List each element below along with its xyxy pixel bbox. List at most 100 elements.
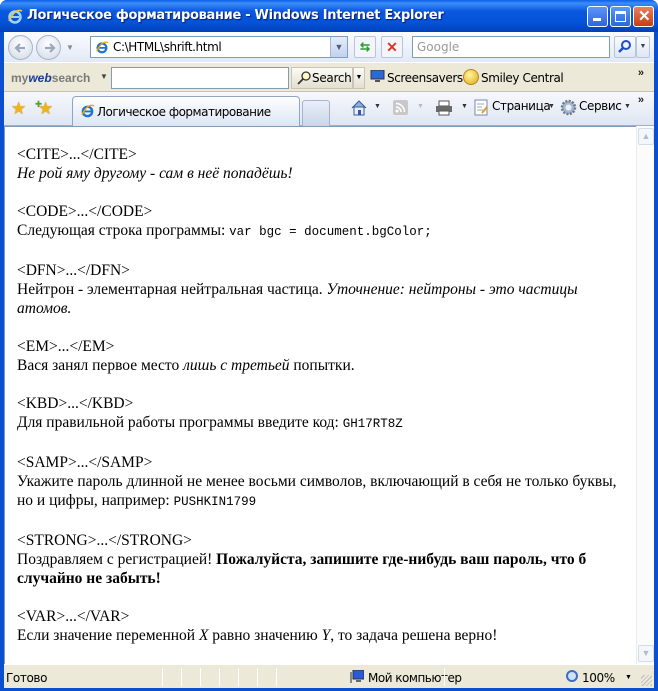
title-bar[interactable]: Логическое форматирование - Windows Inte… [0, 0, 658, 32]
text-run-normal: Для правильной работы программы введите … [17, 414, 343, 431]
refresh-button[interactable]: ⇆ [354, 36, 376, 58]
address-bar[interactable]: C:\HTML\shrift.html ▼ [90, 36, 348, 58]
status-separator [444, 668, 445, 686]
search-options-dropdown[interactable]: ▼ [636, 36, 650, 58]
close-icon: ✕ [638, 8, 651, 25]
tab-label: Логическое форматирование [97, 105, 271, 119]
toolbar-search-input[interactable] [112, 68, 282, 88]
section-example-text: Если значение переменной X равно значени… [17, 626, 617, 645]
commandbar-overflow-chevron[interactable]: » [638, 94, 644, 106]
text-run-normal: Если значение переменной [17, 627, 199, 644]
print-dropdown-icon[interactable]: ▼ [461, 103, 468, 110]
new-tab-button[interactable] [302, 100, 330, 126]
feeds-icon[interactable] [393, 100, 408, 115]
tab-bar: ★ ★ + Логическое форматирование ▼ ▼ ▼ Стр… [4, 92, 654, 126]
security-zone[interactable]: Мой компьютер [368, 671, 462, 685]
zoom-level[interactable]: 100% [582, 671, 615, 685]
section-example-text: Не рой яму другому - сам в неё попадёшь! [17, 164, 617, 183]
status-separator [181, 668, 182, 686]
zoom-dropdown-icon[interactable]: ▼ [625, 674, 632, 681]
section-tag-heading: <STRONG>...</STRONG> [17, 532, 192, 549]
section-example-text: Следующая строка программы: var bgc = do… [17, 221, 617, 242]
address-dropdown-icon[interactable]: ▼ [330, 37, 347, 57]
tab-active[interactable]: Логическое форматирование [72, 96, 300, 126]
text-run-normal: Поздравляем с регистрацией! [17, 551, 217, 568]
text-run-normal: попытки. [289, 357, 355, 374]
vertical-scrollbar[interactable]: ▲ ▼ [636, 126, 654, 664]
section: <VAR>...</VAR> Если значение переменной X… [17, 607, 617, 645]
tools-menu[interactable]: Сервис [579, 99, 622, 113]
add-favorites-icon[interactable]: ★ + [35, 97, 53, 119]
search-box[interactable] [412, 36, 610, 58]
status-separator [238, 668, 239, 686]
scroll-up-button[interactable]: ▲ [638, 128, 654, 145]
text-run-italic: лишь с третьей [183, 357, 290, 374]
toolbar-overflow-chevron[interactable]: » [638, 67, 644, 79]
search-button[interactable] [614, 36, 636, 58]
scroll-down-button[interactable]: ▼ [638, 645, 654, 662]
zoom-icon [566, 670, 578, 682]
section-tag-heading: <SAMP>...</SAMP> [17, 454, 153, 471]
section-example-text: Поздравляем с регистрацией! Пожалуйста, … [17, 550, 617, 588]
refresh-icon: ⇆ [359, 40, 371, 54]
page-dropdown-icon[interactable]: ▼ [548, 103, 555, 110]
smiley-icon [463, 69, 479, 85]
home-icon[interactable] [350, 99, 368, 117]
section: <SAMP>...</SAMP> Укажите пароль длинной н… [17, 453, 617, 512]
text-run-italic: Не рой яму другому - сам в неё попадёшь! [17, 165, 293, 182]
text-run-normal: Нейтрон - элементарная нейтральная части… [17, 281, 327, 298]
mywebsearch-logo[interactable]: mywebsearch [11, 71, 90, 85]
monitor-icon [370, 70, 385, 82]
brand-dropdown-icon[interactable]: ▼ [100, 72, 108, 81]
gear-icon [560, 99, 577, 116]
toolbar-search-button[interactable]: Search [291, 67, 353, 89]
feeds-dropdown-icon[interactable]: ▼ [417, 103, 424, 110]
minimize-icon [593, 18, 601, 21]
toolbar-search-field[interactable] [111, 67, 289, 89]
close-button[interactable]: ✕ [633, 6, 654, 27]
brand-suffix: search [51, 71, 91, 85]
mywebsearch-toolbar: mywebsearch ▼ Search ▼ Screensavers Smil… [4, 62, 654, 92]
address-url[interactable]: C:\HTML\shrift.html [113, 40, 222, 54]
tools-dropdown-icon[interactable]: ▼ [624, 103, 631, 110]
maximize-button[interactable] [610, 6, 631, 27]
text-run-normal: Укажите пароль длинной не менее восьми с… [17, 473, 617, 509]
resize-grip[interactable] [641, 675, 652, 686]
maximize-icon [615, 11, 626, 22]
minimize-button[interactable] [587, 6, 608, 27]
section: <STRONG>...</STRONG> Поздравляем с регист… [17, 531, 617, 588]
section: <KBD>...</KBD> Для правильной работы прог… [17, 394, 617, 434]
favorites-star-icon[interactable]: ★ [11, 99, 26, 119]
section-example-text: Для правильной работы программы введите … [17, 413, 617, 434]
ie-page-icon [96, 41, 109, 54]
section: <DFN>...</DFN> Нейтрон - элементарная ней… [17, 261, 617, 318]
back-button[interactable] [8, 35, 33, 60]
search-input[interactable] [413, 37, 603, 57]
section: <CITE>...</CITE> Не рой яму другому - сам… [17, 145, 617, 183]
toolbar-search-dropdown[interactable]: ▼ [353, 67, 365, 89]
text-run-mono: GH17RT8Z [342, 417, 403, 431]
section-tag-heading: <CITE>...</CITE> [17, 146, 137, 163]
status-separator [162, 668, 163, 686]
smiley-central-link[interactable]: Smiley Central [481, 71, 564, 85]
window-title: Логическое форматирование - Windows Inte… [27, 8, 444, 23]
page-content: <CITE>...</CITE> Не рой яму другому - сам… [4, 126, 636, 664]
stop-button[interactable]: ✕ [381, 36, 403, 58]
search-icon [618, 40, 631, 53]
brand-prefix: my [11, 71, 29, 85]
print-icon[interactable] [435, 100, 453, 116]
status-separator [200, 668, 201, 686]
home-dropdown-icon[interactable]: ▼ [374, 103, 381, 110]
status-separator [276, 668, 277, 686]
screensavers-link[interactable]: Screensavers [387, 71, 463, 85]
section-tag-heading: <VAR>...</VAR> [17, 608, 130, 625]
history-dropdown-icon[interactable]: ▼ [66, 43, 74, 52]
text-run-normal: Вася занял первое место [17, 357, 184, 374]
browser-window: Логическое форматирование - Windows Inte… [0, 0, 658, 691]
page-menu[interactable]: Страница [492, 99, 551, 113]
text-run-mono: var bgc = document.bgColor; [229, 225, 432, 239]
forward-button[interactable] [36, 35, 61, 60]
toolbar-search-label: Search [312, 71, 352, 85]
computer-icon [350, 670, 364, 683]
stop-icon: ✕ [386, 39, 398, 55]
